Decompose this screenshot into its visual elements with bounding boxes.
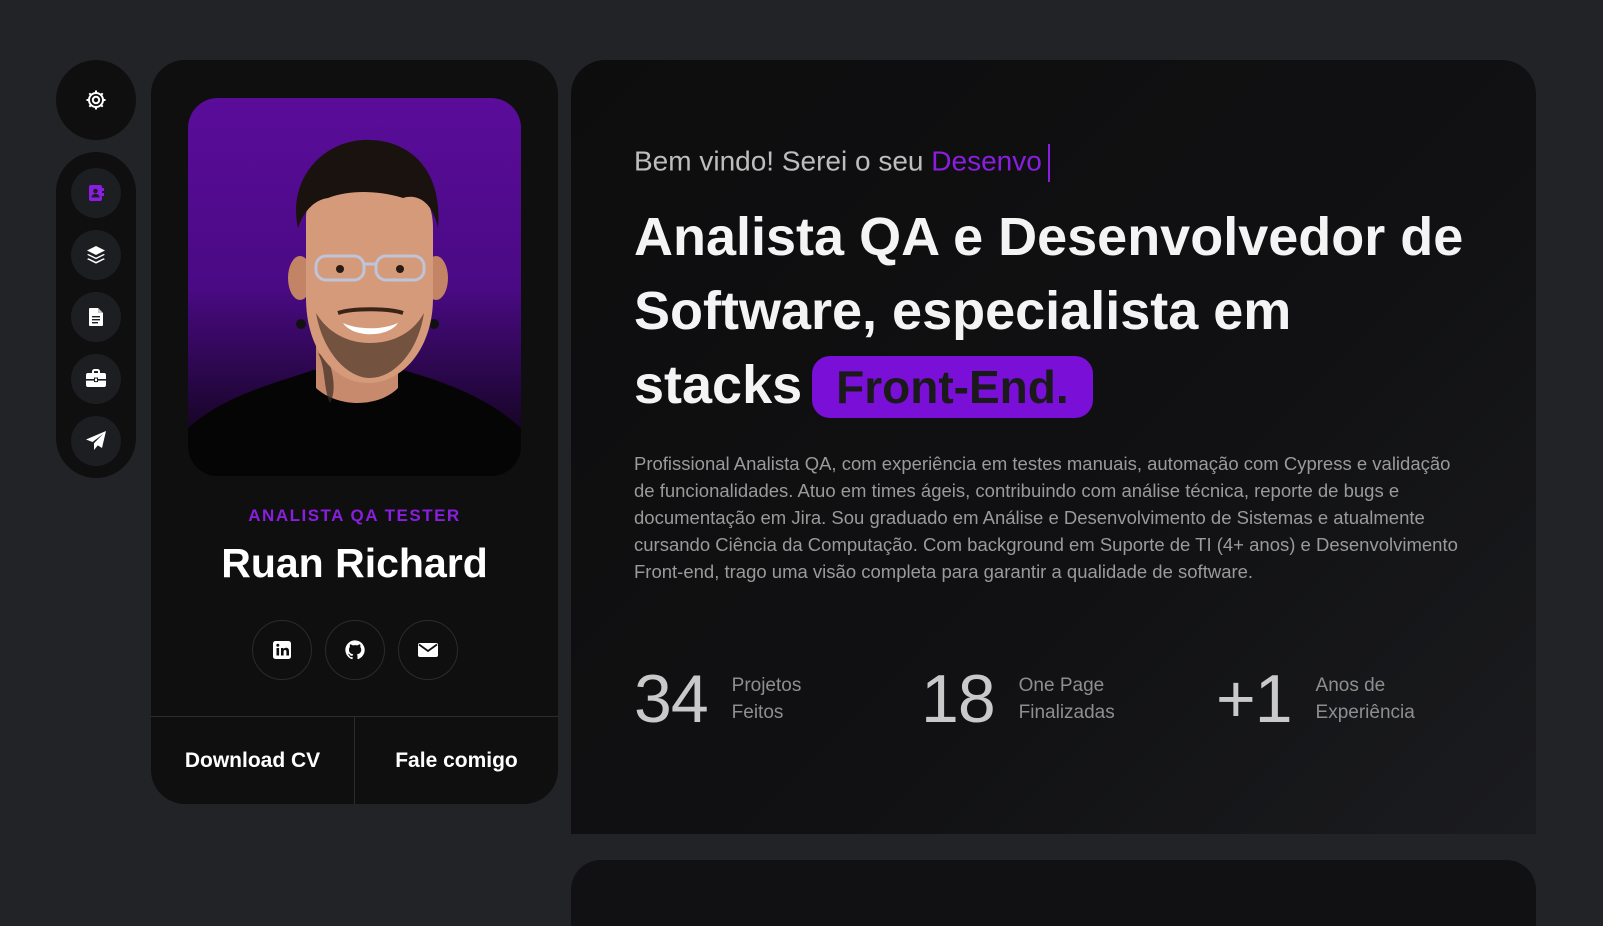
stat-label-line: Experiência	[1315, 702, 1415, 723]
briefcase-icon	[86, 369, 106, 387]
headline-line-1: Analista QA e Desenvolvedor de	[634, 207, 1464, 267]
github-link[interactable]	[324, 620, 385, 680]
layers-icon	[87, 246, 105, 264]
stat-experience: +1 Anos de Experiência	[1216, 660, 1415, 738]
stat-projects: 34 Projetos Feitos	[634, 660, 801, 738]
document-icon	[89, 308, 103, 326]
stat-label: Anos de Experiência	[1316, 672, 1415, 726]
profile-name: Ruan Richard	[221, 540, 488, 586]
stat-label-line: Projetos	[731, 675, 802, 696]
nav-item-about[interactable]	[71, 168, 121, 218]
hero-panel: Bem vindo! Serei o seu Desenvo Analista …	[571, 60, 1536, 834]
headline-highlight: Front-End.	[812, 356, 1093, 418]
nav-item-contact[interactable]	[71, 416, 121, 466]
nav-item-stack[interactable]	[71, 230, 121, 280]
stat-label-line: Anos de	[1315, 675, 1386, 696]
headline-line-2: Software, especialista em	[634, 281, 1292, 341]
settings-button[interactable]	[56, 60, 136, 140]
stat-label: One Page Finalizadas	[1019, 672, 1115, 726]
greeting-typed-text: Desenvo	[931, 145, 1042, 177]
profile-photo	[188, 98, 521, 476]
contact-me-button[interactable]: Fale comigo	[354, 717, 558, 804]
card-actions: Download CV Fale comigo	[151, 716, 558, 804]
stat-one-page: 18 One Page Finalizadas	[921, 660, 1115, 738]
email-link[interactable]	[397, 620, 458, 680]
side-nav	[56, 152, 136, 478]
greeting-prefix: Bem vindo! Serei o seu	[634, 145, 932, 177]
typing-caret	[1047, 144, 1050, 182]
stat-label-line: Finalizadas	[1018, 702, 1115, 723]
social-links	[151, 620, 558, 680]
github-icon	[344, 640, 365, 660]
stats-row: 34 Projetos Feitos 18 One Page Finalizad…	[634, 660, 1514, 750]
linkedin-icon	[272, 641, 291, 659]
hero-greeting: Bem vindo! Serei o seu Desenvo	[634, 144, 1050, 182]
next-section-panel	[571, 860, 1536, 926]
profile-role: ANALISTA QA TESTER	[248, 506, 461, 525]
nav-item-resume[interactable]	[71, 292, 121, 342]
page: ANALISTA QA TESTER Ruan Richard Download…	[0, 0, 1603, 926]
stat-label-line: Feitos	[731, 702, 784, 723]
email-icon	[417, 643, 438, 657]
stat-label: Projetos Feitos	[732, 672, 802, 726]
gear-icon	[86, 90, 106, 110]
stat-value: 34	[634, 661, 709, 737]
contact-book-icon	[89, 185, 104, 201]
linkedin-link[interactable]	[251, 620, 312, 680]
stat-value: 18	[921, 661, 996, 737]
download-cv-button[interactable]: Download CV	[151, 717, 354, 804]
paper-plane-icon	[86, 431, 106, 450]
stat-value: +1	[1216, 661, 1293, 737]
stat-label-line: One Page	[1018, 675, 1105, 696]
profile-card: ANALISTA QA TESTER Ruan Richard Download…	[151, 60, 558, 804]
nav-item-portfolio[interactable]	[71, 354, 121, 404]
hero-headline: Analista QA e Desenvolvedor de Software,…	[634, 200, 1514, 422]
hero-description: Profissional Analista QA, com experiênci…	[634, 453, 1458, 582]
headline-line-3: stacks Front-End.	[634, 348, 1514, 422]
headline-stacks: stacks	[634, 355, 803, 415]
